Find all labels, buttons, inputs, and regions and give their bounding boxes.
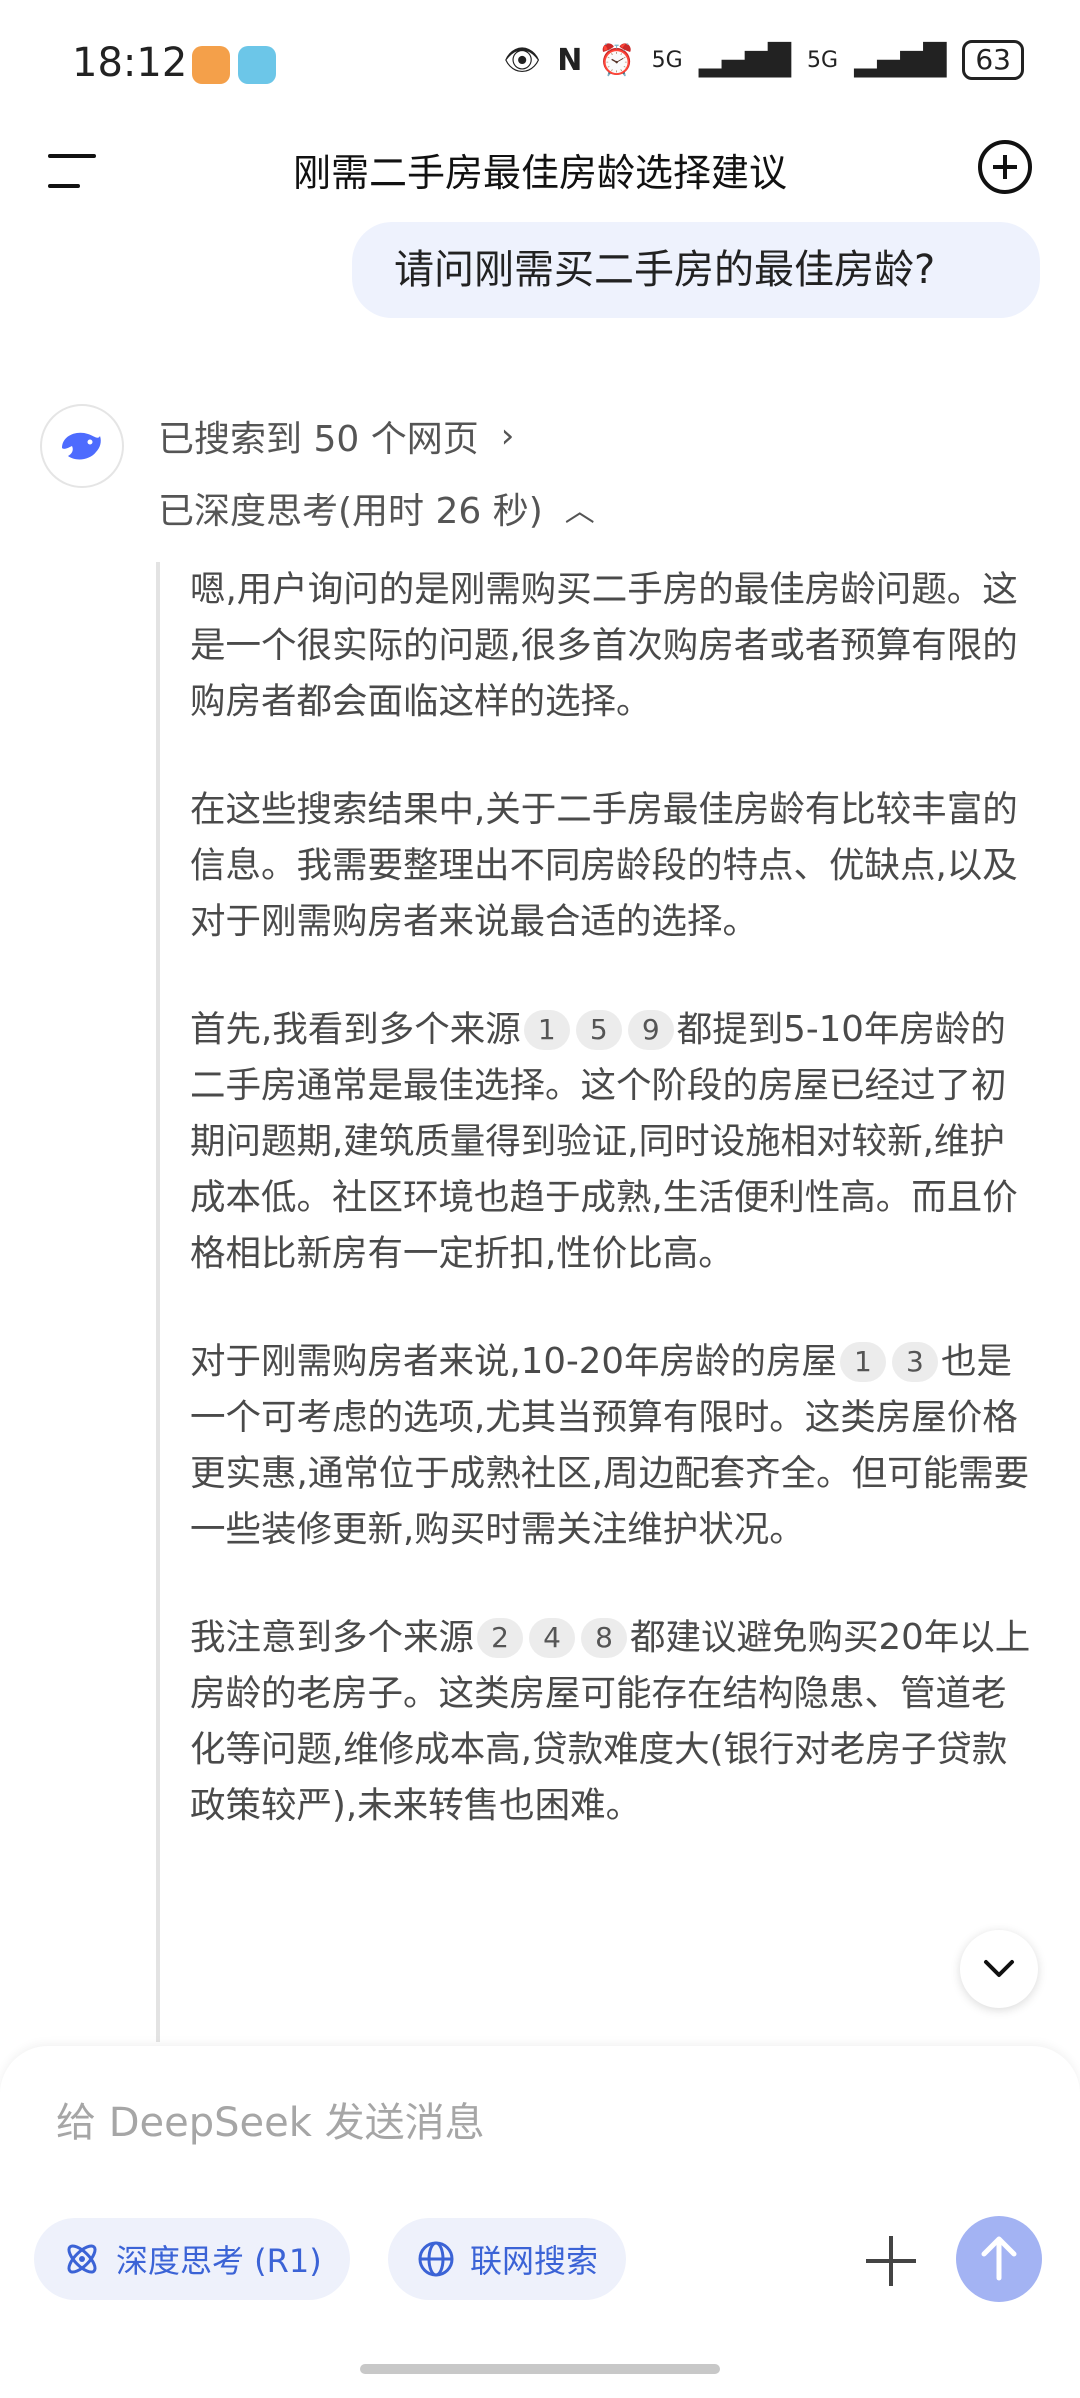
new-chat-icon[interactable] (978, 140, 1032, 194)
thinking-label: 已深度思考(用时 26 秒) (158, 491, 543, 532)
thinking-paragraph: 我注意到多个来源 2 4 8 都建议避免购买20年以上房龄的老房子。这类房屋可能存在结构… (190, 1617, 1031, 1826)
message-input[interactable]: 给 DeepSeek 发送消息 (56, 2090, 485, 2148)
citation-badge[interactable]: 9 (627, 1010, 674, 1050)
send-button[interactable] (956, 2216, 1042, 2302)
chevron-right-icon: › (500, 416, 515, 456)
chevron-up-icon: ︿ (564, 494, 595, 529)
thinking-content: 嗯,用户询问的是刚需购买二手房的最佳房龄问题。这是一个很实际的问题,很多首次购房… (190, 562, 1040, 1886)
thinking-paragraph: 嗯,用户询问的是刚需购买二手房的最佳房龄问题。这是一个很实际的问题,很多首次购房… (190, 569, 1018, 722)
globe-icon (418, 2241, 454, 2277)
status-time: 18:12 (72, 40, 188, 86)
nfc-icon: N (557, 42, 583, 78)
citation-badge[interactable]: 5 (575, 1010, 622, 1050)
arrow-up-icon (981, 2236, 1017, 2281)
reader-app-icon (238, 46, 276, 84)
signal-bars-icon: ▂▄▆█ (698, 42, 792, 78)
thinking-paragraph: 对于刚需购房者来说,10-20年房龄的房屋 1 3 也是一个可考虑的选项,尤其当预算有… (190, 1341, 1030, 1550)
chevron-down-icon (984, 1960, 1014, 1977)
deep-think-button[interactable]: 深度思考 (R1) (34, 2218, 350, 2300)
user-message-bubble: 请问刚需买二手房的最佳房龄? (352, 222, 1040, 318)
battery-icon: 63 (962, 40, 1024, 80)
atom-icon (67, 2244, 97, 2274)
search-results-label: 已搜索到 50 个网页 (158, 419, 479, 460)
citation-badge[interactable]: 1 (523, 1010, 570, 1050)
status-icons: 👁 N ⏰ 5G ▂▄▆█ 5G ▂▄▆█ 63 (503, 40, 1024, 80)
notification-app-icon (192, 46, 230, 84)
thinking-quote-bar (156, 562, 160, 2042)
deepseek-avatar (40, 404, 124, 488)
thinking-paragraph: 首先,我看到多个来源 1 5 9 都提到5-10年房龄的二手房通常是最佳选择。这个阶段的… (190, 1009, 1018, 1274)
deep-think-label: 深度思考 (R1) (116, 2242, 322, 2280)
citation-badge[interactable]: 4 (529, 1618, 576, 1658)
home-indicator[interactable] (360, 2364, 720, 2374)
whale-icon (62, 432, 101, 460)
alarm-icon: ⏰ (598, 42, 636, 78)
thinking-paragraph: 在这些搜索结果中,关于二手房最佳房龄有比较丰富的信息。我需要整理出不同房龄段的特… (190, 789, 1018, 942)
web-search-label: 联网搜索 (470, 2242, 599, 2280)
search-results-toggle[interactable]: 已搜索到 50 个网页 › (158, 410, 514, 462)
web-search-button[interactable]: 联网搜索 (388, 2218, 627, 2300)
citation-badge[interactable]: 2 (477, 1618, 524, 1658)
thinking-toggle[interactable]: 已深度思考(用时 26 秒) ︿ (158, 482, 595, 534)
citation-badge[interactable]: 3 (891, 1342, 938, 1382)
signal-5g-icon-2: 5G (807, 47, 839, 73)
eye-icon: 👁 (503, 42, 542, 78)
citation-badge[interactable]: 1 (839, 1342, 886, 1382)
signal-bars-icon-2: ▂▄▆█ (854, 42, 947, 78)
signal-5g-icon: 5G (651, 47, 683, 73)
scroll-down-button[interactable] (960, 1930, 1038, 2008)
add-attachment-icon[interactable] (866, 2236, 916, 2286)
page-title: 刚需二手房最佳房龄选择建议 (292, 151, 787, 195)
citation-badge[interactable]: 8 (581, 1618, 628, 1658)
